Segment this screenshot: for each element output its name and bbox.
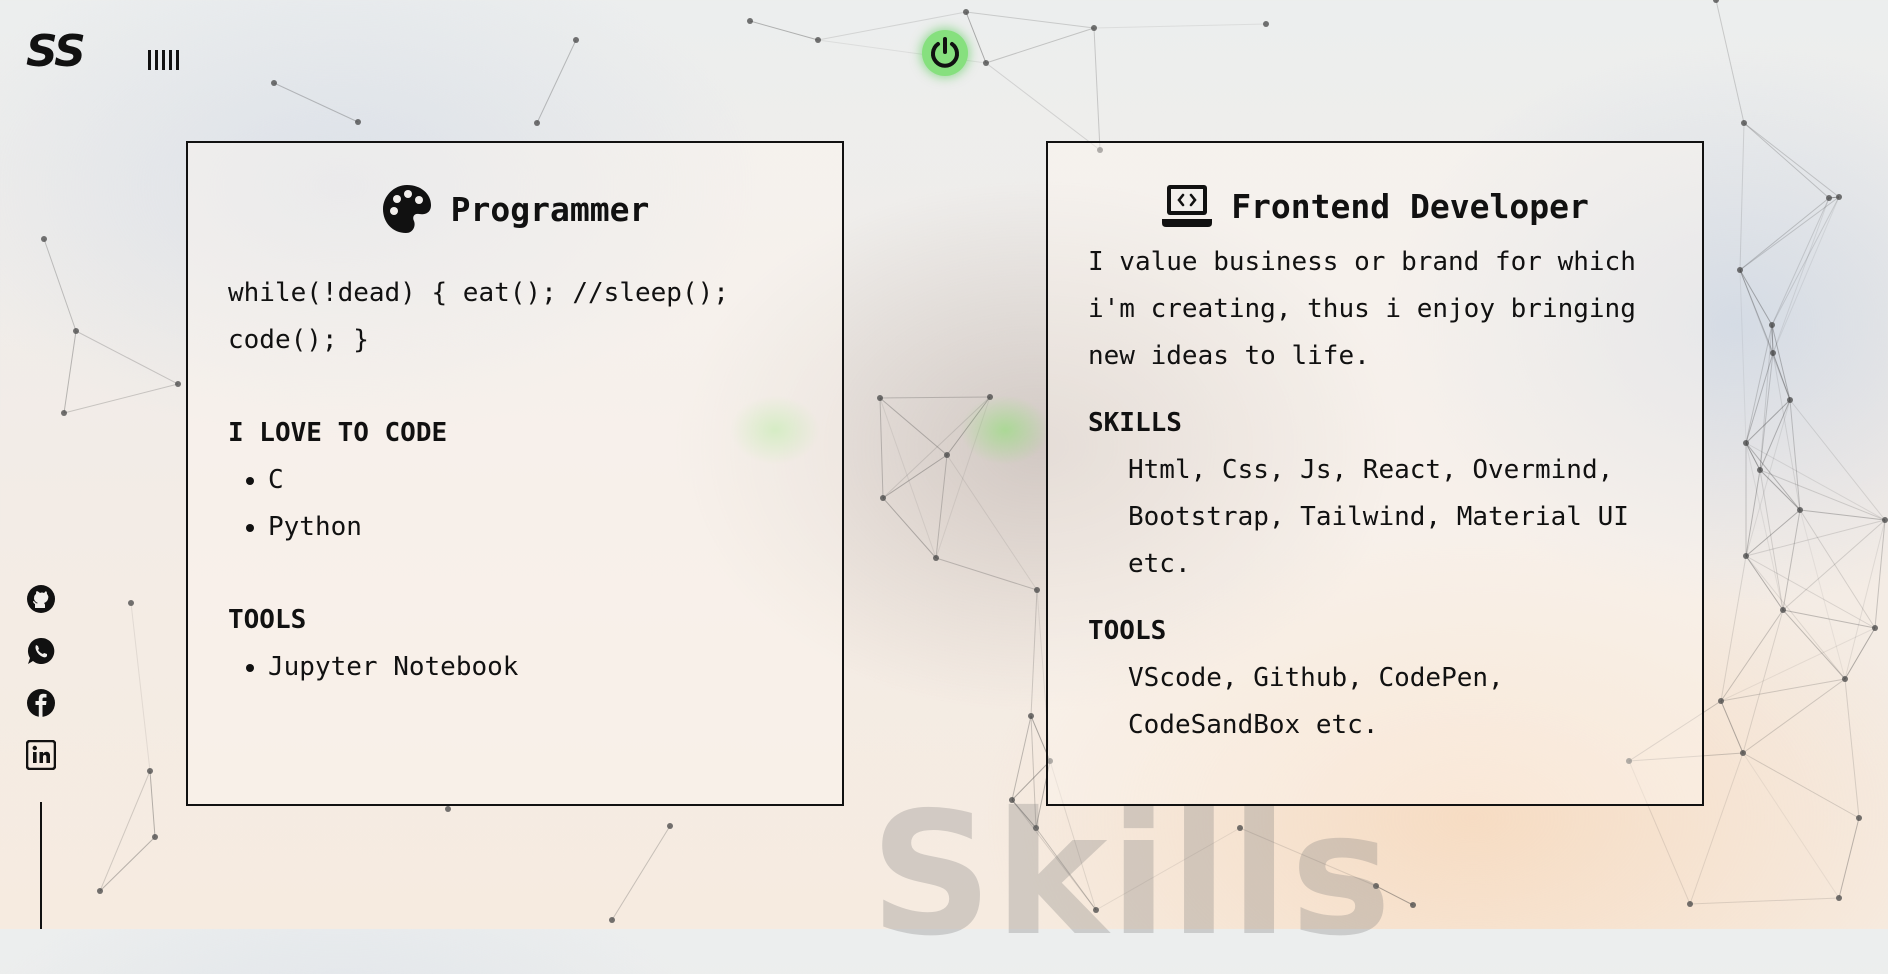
palette-icon — [382, 185, 431, 233]
particle-node — [1743, 553, 1749, 559]
particle-node — [445, 806, 451, 812]
love-to-code-heading: I LOVE TO CODE — [228, 418, 448, 448]
frontend-desc-line-1: I value business or brand for which — [1088, 247, 1636, 277]
particle-node — [1091, 25, 1097, 31]
particle-node — [944, 452, 950, 458]
code-motto-line-2: code(); } — [228, 325, 369, 355]
particle-node — [355, 119, 361, 125]
particle-node — [1797, 507, 1803, 513]
particle-node — [1769, 322, 1775, 328]
particle-node — [1836, 895, 1842, 901]
social-links — [26, 584, 56, 770]
particle-node — [609, 917, 615, 923]
particle-node — [1842, 676, 1848, 682]
particle-node — [97, 888, 103, 894]
particle-node — [1737, 267, 1743, 273]
frontend-card-header: Frontend Developer — [1088, 183, 1662, 229]
frontend-title: Frontend Developer — [1231, 186, 1589, 226]
particle-node — [1826, 195, 1832, 201]
particle-node — [128, 600, 134, 606]
list-item: Jupyter Notebook — [268, 644, 802, 691]
skills-line-2: Bootstrap, Tailwind, Material UI — [1128, 502, 1629, 532]
power-icon — [931, 37, 959, 68]
particle-node — [747, 18, 753, 24]
particle-node — [1741, 120, 1747, 126]
frontend-tools-heading: TOOLS — [1088, 616, 1167, 646]
particle-node — [1757, 467, 1763, 473]
particle-node — [152, 834, 158, 840]
particle-node — [147, 768, 153, 774]
particle-node — [534, 120, 540, 126]
particle-node — [73, 328, 79, 334]
list-item: Python — [268, 504, 802, 551]
background-section-word: Skills — [870, 776, 1394, 974]
particle-node — [1856, 815, 1862, 821]
particle-node — [667, 823, 673, 829]
github-icon[interactable] — [26, 584, 56, 614]
programmer-card: Programmer while(!dead) { eat(); //sleep… — [186, 141, 844, 806]
laptop-code-icon — [1162, 185, 1213, 227]
particle-node — [1872, 625, 1878, 631]
particle-node — [815, 37, 821, 43]
particle-node — [1740, 750, 1746, 756]
particle-node — [1787, 397, 1793, 403]
frontend-desc-line-2: i'm creating, thus i enjoy bringing — [1088, 294, 1636, 324]
particle-node — [880, 495, 886, 501]
programmer-tools-list: Jupyter Notebook — [228, 644, 802, 691]
skills-heading: SKILLS — [1088, 408, 1182, 438]
power-button[interactable] — [922, 30, 968, 76]
programmer-title: Programmer — [450, 189, 650, 229]
particle-node — [573, 37, 579, 43]
frontend-card: Frontend Developer I value business or b… — [1046, 141, 1704, 806]
particle-node — [1034, 587, 1040, 593]
programmer-tools-heading: TOOLS — [228, 605, 307, 635]
particle-node — [877, 395, 883, 401]
background-eye-right — [960, 395, 1050, 465]
particle-node — [61, 410, 67, 416]
linkedin-icon[interactable] — [26, 740, 56, 770]
list-item: C — [268, 457, 802, 504]
particle-node — [1410, 902, 1416, 908]
skills-line-3: etc. — [1128, 549, 1191, 579]
frontend-desc-line-3: new ideas to life. — [1088, 341, 1370, 371]
particle-node — [1836, 194, 1842, 200]
particle-node — [1743, 440, 1749, 446]
particle-node — [1687, 901, 1693, 907]
site-logo[interactable]: SS — [26, 26, 86, 77]
skills-line-1: Html, Css, Js, React, Overmind, — [1128, 455, 1614, 485]
whatsapp-icon[interactable] — [26, 636, 56, 666]
menu-bars-icon[interactable] — [148, 50, 188, 70]
particle-node — [933, 555, 939, 561]
particle-node — [1770, 350, 1776, 356]
languages-list: C Python — [228, 457, 802, 551]
particle-node — [983, 60, 989, 66]
particle-node — [1713, 0, 1719, 3]
particle-node — [1882, 517, 1888, 523]
particle-node — [41, 236, 47, 242]
particle-node — [1780, 607, 1786, 613]
particle-node — [1028, 713, 1034, 719]
code-motto-line-1: while(!dead) { eat(); //sleep(); — [228, 278, 729, 308]
particle-node — [1263, 21, 1269, 27]
particle-node — [1718, 698, 1724, 704]
frontend-tools-line-2: CodeSandBox etc. — [1128, 710, 1379, 740]
particle-node — [175, 381, 181, 387]
programmer-card-header: Programmer — [228, 183, 802, 235]
social-divider-line — [40, 802, 42, 929]
frontend-tools-line-1: VScode, Github, CodePen, — [1128, 663, 1504, 693]
particle-node — [271, 80, 277, 86]
facebook-icon[interactable] — [26, 688, 56, 718]
particle-node — [963, 9, 969, 15]
